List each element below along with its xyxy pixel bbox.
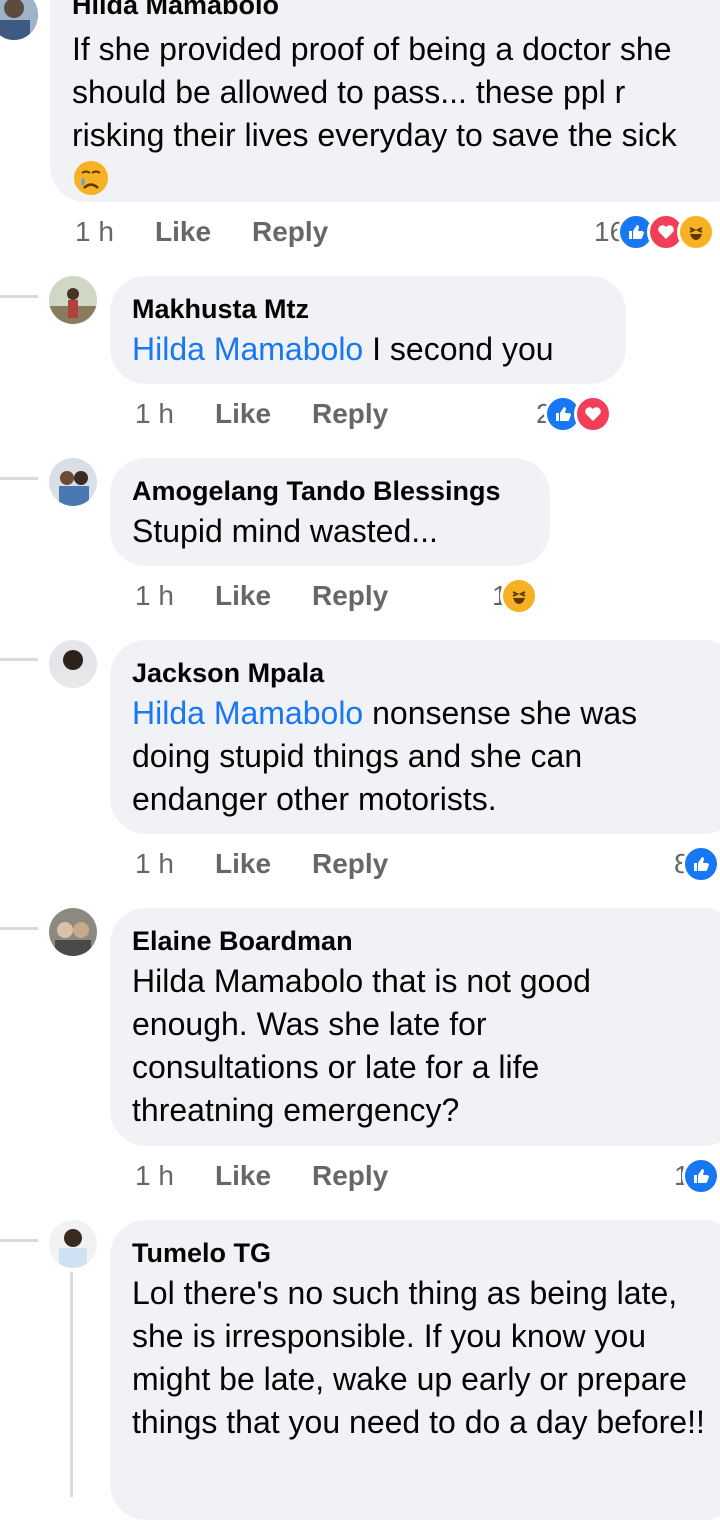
reaction-summary[interactable]: 2 xyxy=(536,394,612,434)
comment-bubble: Jackson Mpala Hilda Mamabolo nonsense sh… xyxy=(110,640,720,834)
haha-icon xyxy=(677,213,716,251)
like-icon xyxy=(681,1157,720,1195)
like-button[interactable]: Like xyxy=(155,212,211,252)
comment-time[interactable]: 1 h xyxy=(135,844,174,884)
thread-connector xyxy=(0,1239,38,1242)
thread-connector xyxy=(70,1272,73,1497)
comment-author[interactable]: Jackson Mpala xyxy=(132,658,718,688)
comment-bubble: Elaine Boardman Hilda Mamabolo that is n… xyxy=(110,908,720,1146)
reply-button[interactable]: Reply xyxy=(312,394,388,434)
comment-author[interactable]: Hilda Mamabolo xyxy=(72,0,720,20)
crying-face-icon xyxy=(72,159,110,197)
comment-actions: 1 h Like Reply xyxy=(135,576,535,616)
thread-connector xyxy=(0,927,38,930)
like-button[interactable]: Like xyxy=(215,576,271,616)
comment-text: Stupid mind wasted... xyxy=(132,513,438,549)
comment-text: Hilda Mamabolo nonsense she was doing st… xyxy=(132,695,638,817)
mention-link[interactable]: Hilda Mamabolo xyxy=(132,695,363,731)
comment-time[interactable]: 1 h xyxy=(75,212,114,252)
comment-time[interactable]: 1 h xyxy=(135,1156,174,1196)
avatar[interactable] xyxy=(49,908,97,956)
like-icon xyxy=(681,845,720,883)
comment-bubble: Amogelang Tando Blessings Stupid mind wa… xyxy=(110,458,550,566)
reply-button[interactable]: Reply xyxy=(312,844,388,884)
comment-author[interactable]: Amogelang Tando Blessings xyxy=(132,476,528,506)
reaction-summary[interactable]: 1 xyxy=(674,1156,720,1196)
love-icon xyxy=(573,395,612,433)
reaction-summary[interactable]: 8 xyxy=(674,844,720,884)
avatar[interactable] xyxy=(49,276,97,324)
comment-text: Hilda Mamabolo I second you xyxy=(132,331,554,367)
mention-link[interactable]: Hilda Mamabolo xyxy=(132,331,363,367)
comment-time[interactable]: 1 h xyxy=(135,576,174,616)
comment-bubble: Makhusta Mtz Hilda Mamabolo I second you xyxy=(110,276,626,384)
comment-time[interactable]: 1 h xyxy=(135,394,174,434)
thread-connector xyxy=(0,658,38,661)
comment-text: If she provided proof of being a doctor … xyxy=(72,28,712,200)
comment-bubble: Tumelo TG Lol there's no such thing as b… xyxy=(110,1220,720,1520)
like-button[interactable]: Like xyxy=(215,1156,271,1196)
thread-connector xyxy=(0,295,38,298)
haha-icon xyxy=(499,577,538,615)
like-button[interactable]: Like xyxy=(215,394,271,434)
comment-author[interactable]: Elaine Boardman xyxy=(132,926,718,956)
avatar[interactable] xyxy=(49,458,97,506)
reply-button[interactable]: Reply xyxy=(312,1156,388,1196)
thread-connector xyxy=(0,477,38,480)
comment-text: Hilda Mamabolo that is not good enough. … xyxy=(132,963,591,1128)
comment-actions: 1 h Like Reply xyxy=(135,844,535,884)
reply-button[interactable]: Reply xyxy=(312,576,388,616)
avatar[interactable] xyxy=(49,1220,97,1268)
comment-author[interactable]: Tumelo TG xyxy=(132,1238,718,1268)
comment-bubble: Hilda Mamabolo If she provided proof of … xyxy=(50,0,720,202)
avatar[interactable] xyxy=(49,640,97,688)
comment-actions: 1 h Like Reply xyxy=(135,1156,535,1196)
reply-button[interactable]: Reply xyxy=(252,212,328,252)
reaction-summary[interactable]: 1 xyxy=(492,576,538,616)
comment-text: Lol there's no such thing as being late,… xyxy=(132,1275,705,1440)
avatar[interactable] xyxy=(0,0,38,40)
like-button[interactable]: Like xyxy=(215,844,271,884)
reaction-summary[interactable]: 16 xyxy=(594,212,716,252)
comment-author[interactable]: Makhusta Mtz xyxy=(132,294,604,324)
